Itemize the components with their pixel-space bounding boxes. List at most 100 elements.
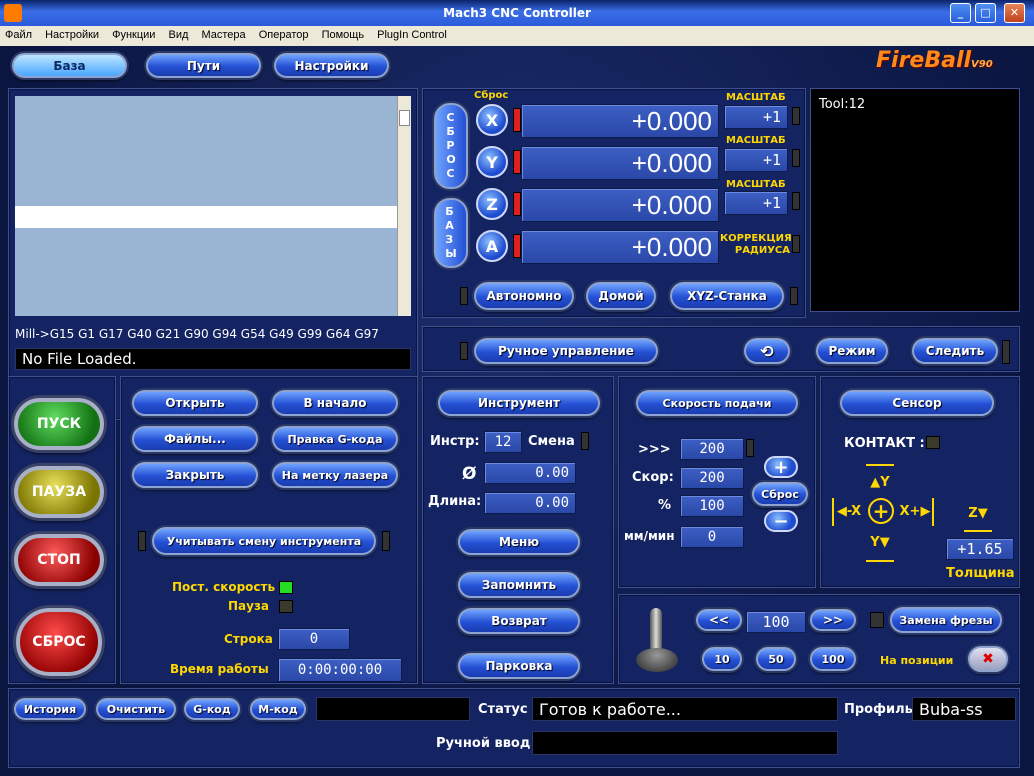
reset-button[interactable]: СБРОС [16,608,102,676]
x-scale-dro[interactable]: +1 [724,105,788,129]
fro-dro[interactable]: 200 [680,438,744,460]
tab-settings[interactable]: Настройки [274,53,389,78]
feed-percent-label: % [658,498,672,513]
y-scale-dro[interactable]: +1 [724,148,788,172]
tool-change-button[interactable]: Замена фрезы [890,607,1002,633]
zero-z-button[interactable]: Z [476,188,508,220]
menu-file[interactable]: Файл [0,26,37,45]
step-50-button[interactable]: 50 [756,647,796,671]
cancel-icon[interactable]: ✖ [968,646,1008,672]
minimize-button[interactable]: _ [950,3,971,23]
zero-y-button[interactable]: Y [476,146,508,178]
maximize-button[interactable]: □ [975,3,996,23]
x-dro[interactable]: +0.000 [521,104,719,138]
x-plus-arrow[interactable]: X+▶ [898,498,934,526]
profile-value: Buba-ss [912,697,1016,721]
tool-dro[interactable]: 12 [484,431,522,453]
gcode-view[interactable] [15,96,397,316]
clear-button[interactable]: Очистить [96,698,176,720]
sensor-title-button[interactable]: Сенсор [840,390,994,416]
tool-change-toggle[interactable]: Учитывать смену инструмента [152,527,376,555]
manual-control-button[interactable]: Ручное управление [474,338,658,364]
radius-comp-label: КОРРЕКЦИЯ РАДИУСА [720,233,792,256]
z-scale-label: МАСШТАБ [726,179,786,190]
return-button[interactable]: Возврат [458,608,580,634]
rewind-button[interactable]: В начало [272,390,398,416]
zero-all-button[interactable]: С Б Р О С [434,103,468,189]
spindle-step-dro[interactable]: 100 [746,611,806,633]
stop-button[interactable]: СТОП [14,534,104,586]
x-minus-arrow[interactable]: ◀-X [832,498,864,526]
x-scale-label: МАСШТАБ [726,92,786,103]
laser-mark-button[interactable]: На метку лазера [272,462,398,488]
y-minus-arrow[interactable]: Y▼ [866,530,894,562]
runtime-dro: 0:00:00:00 [278,658,402,682]
a-dro[interactable]: +0.000 [521,230,719,264]
mode-button[interactable]: Режим [816,338,888,364]
close-file-button[interactable]: Закрыть [132,462,258,488]
loaded-file: No File Loaded. [15,348,411,370]
tool-menu-button[interactable]: Меню [458,529,580,555]
zero-x-button[interactable]: X [476,104,508,136]
feed-speed-dro[interactable]: 200 [680,467,744,489]
mach3-screen: База Пути Настройки FireBallV90 Mill->G1… [4,46,1030,772]
spindle-prev-button[interactable]: << [696,609,742,631]
mcode-list-button[interactable]: М-код [250,698,306,720]
a-led [513,234,521,258]
edit-gcode-button[interactable]: Правка G-кода [272,426,398,452]
feed-percent-dro[interactable]: 100 [680,495,744,517]
y-dro[interactable]: +0.000 [521,146,719,180]
menu-plugin-control[interactable]: PlugIn Control [372,26,452,45]
pause-label: Пауза [228,599,270,613]
message-box [316,697,470,721]
offsets-button[interactable]: Б А З Ы [434,198,468,268]
z-dro[interactable]: +0.000 [521,188,719,222]
recent-files-button[interactable]: Файлы... [132,426,258,452]
tab-base[interactable]: База [12,53,127,78]
step-100-button[interactable]: 100 [810,647,856,671]
feed-minus-button[interactable]: − [764,510,798,532]
scroll-thumb[interactable] [399,110,410,126]
z-probe-arrow[interactable]: Z▼ [964,502,992,532]
menu-view[interactable]: Вид [164,26,194,45]
center-target-icon[interactable]: + [868,498,894,524]
z-scale-dro[interactable]: +1 [724,191,788,215]
step-10-button[interactable]: 10 [702,647,742,671]
history-button[interactable]: История [14,698,86,720]
menu-functions[interactable]: Функции [107,26,160,45]
gcode-scrollbar[interactable] [397,96,411,316]
menu-wizards[interactable]: Мастера [196,26,250,45]
mdi-input[interactable] [532,731,838,755]
length-dro[interactable]: 0.00 [484,492,576,514]
menu-bar: Файл Настройки Функции Вид Мастера Опера… [0,26,1034,46]
machine-coords-button[interactable]: XYZ-Станка [670,282,784,310]
tab-paths[interactable]: Пути [146,53,261,78]
thickness-dro[interactable]: +1.65 [946,538,1014,560]
diameter-dro[interactable]: 0.00 [484,462,576,484]
y-plus-arrow[interactable]: ▲Y [866,464,894,496]
gcode-list-button[interactable]: G-код [184,698,240,720]
offline-button[interactable]: Автономно [474,282,574,310]
pause-button[interactable]: ПАУЗА [14,466,104,518]
park-button[interactable]: Парковка [458,653,580,679]
menu-help[interactable]: Помощь [317,26,370,45]
feed-reset-button[interactable]: Сброс [752,482,808,506]
start-button[interactable]: ПУСК [14,398,104,450]
tool-title-button[interactable]: Инструмент [438,390,600,416]
feed-title-button[interactable]: Скорость подачи [636,390,798,416]
feed-units-dro[interactable]: 0 [680,526,744,548]
spindle-next-button[interactable]: >> [810,609,856,631]
follow-button[interactable]: Следить [912,338,998,364]
menu-settings[interactable]: Настройки [40,26,104,45]
zero-a-button[interactable]: A [476,230,508,262]
feed-plus-button[interactable]: + [764,456,798,478]
jog-toggle-button[interactable]: ⟲ [744,338,790,364]
home-button[interactable]: Домой [586,282,656,310]
css-label: Пост. скорость [172,580,276,594]
menu-operator[interactable]: Оператор [254,26,314,45]
open-file-button[interactable]: Открыть [132,390,258,416]
line-dro[interactable]: 0 [278,628,350,650]
close-button[interactable]: ✕ [1004,3,1025,23]
toolpath-display[interactable]: Tool:12 [810,88,1020,312]
remember-button[interactable]: Запомнить [458,572,580,598]
